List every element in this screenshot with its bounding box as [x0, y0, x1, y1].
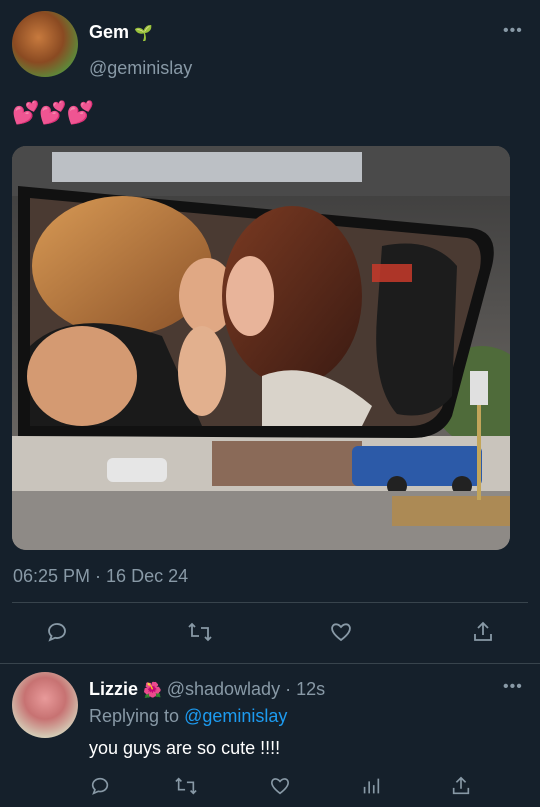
divider [0, 663, 540, 664]
reply-retweet-button[interactable] [172, 772, 200, 800]
author-avatar[interactable] [12, 11, 78, 77]
retweet-button[interactable] [186, 618, 214, 646]
share-icon [452, 776, 470, 795]
reply-text: you guys are so cute !!!! [89, 738, 281, 758]
divider [12, 602, 528, 603]
like-button[interactable] [327, 618, 355, 646]
reply-button[interactable] [43, 618, 71, 646]
reply-like-button[interactable] [266, 772, 294, 800]
replying-to: Replying to @geminislay [89, 706, 287, 727]
tweet-text: 💕💕💕 [12, 100, 95, 125]
reply-author-handle[interactable]: @shadowlady [167, 679, 280, 699]
reply-reply-button[interactable] [86, 772, 114, 800]
seedling-emoji-icon: 🌱 [134, 25, 153, 42]
like-icon [331, 623, 351, 642]
reply-time[interactable]: · 12s [285, 679, 325, 699]
tweet-timestamp[interactable]: 06:25 PM · 16 Dec 24 [13, 566, 188, 587]
author-handle[interactable]: @geminislay [89, 58, 192, 79]
hibiscus-emoji-icon: 🌺 [143, 682, 162, 699]
tweet-photo[interactable] [12, 146, 510, 550]
reply-header: Lizzie 🌺 @shadowlady · 12s [89, 679, 325, 700]
like-icon [270, 778, 290, 795]
replying-to-handle-link[interactable]: @geminislay [184, 706, 287, 726]
reply-icon [91, 777, 109, 795]
reply-more-options-icon[interactable]: ••• [503, 678, 523, 696]
reply-icon [48, 623, 66, 642]
reply-author-avatar[interactable] [12, 672, 78, 738]
share-icon [474, 621, 492, 641]
reply-analytics-button[interactable] [357, 772, 385, 800]
author-name[interactable]: Gem 🌱 [89, 22, 153, 43]
replying-to-label: Replying to [89, 706, 180, 726]
reply-share-button[interactable] [447, 772, 475, 800]
retweet-icon [188, 622, 212, 642]
share-button[interactable] [469, 618, 497, 646]
more-options-icon[interactable]: ••• [503, 22, 523, 40]
analytics-icon [363, 778, 380, 794]
retweet-icon [175, 777, 197, 795]
reply-author-name[interactable]: Lizzie [89, 679, 138, 699]
photo-illustration [12, 146, 510, 550]
